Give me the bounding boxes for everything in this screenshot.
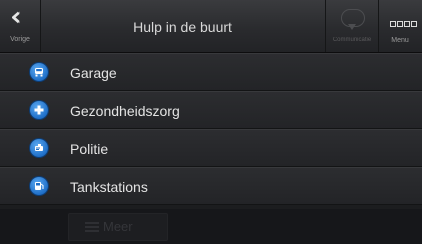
screen: ‹‹ Vorige Hulp in de buurt Communicatie … <box>0 0 422 244</box>
health-cross-icon <box>30 101 48 119</box>
speech-bubble-icon <box>341 9 365 30</box>
back-chevron-icon: ‹‹ <box>10 2 21 32</box>
list-item-healthcare[interactable]: Gezondheidszorg <box>0 91 422 129</box>
communication-label: Communicatie <box>332 37 372 43</box>
list-item-label: Tankstations <box>70 179 148 195</box>
list-item-garage[interactable]: Garage <box>0 53 422 91</box>
back-label: Vorige <box>10 36 30 43</box>
page-title: Hulp in de buurt <box>133 19 232 35</box>
menu-label: Menu <box>391 37 409 44</box>
list-item-label: Politie <box>70 141 109 157</box>
more-label: Meer <box>103 219 133 234</box>
communication-button[interactable]: Communicatie <box>325 0 379 52</box>
list-item-fuel[interactable]: Tankstations <box>0 167 422 205</box>
list-icon <box>85 222 99 232</box>
more-button[interactable]: Meer <box>68 213 168 241</box>
list-item-label: Garage <box>70 65 117 81</box>
bottom-bar: Meer <box>0 209 422 244</box>
menu-icon <box>390 14 418 32</box>
list-item-label: Gezondheidszorg <box>70 103 180 119</box>
police-icon <box>30 139 48 157</box>
fuel-pump-icon <box>30 177 48 195</box>
list-item-police[interactable]: Politie <box>0 129 422 167</box>
category-list: Garage Gezondheidszorg Politie Tankstati… <box>0 53 422 205</box>
back-button[interactable]: ‹‹ Vorige <box>0 0 41 52</box>
menu-button[interactable]: Menu <box>378 0 422 52</box>
top-bar: ‹‹ Vorige Hulp in de buurt Communicatie … <box>0 0 422 53</box>
car-service-icon <box>30 63 48 81</box>
